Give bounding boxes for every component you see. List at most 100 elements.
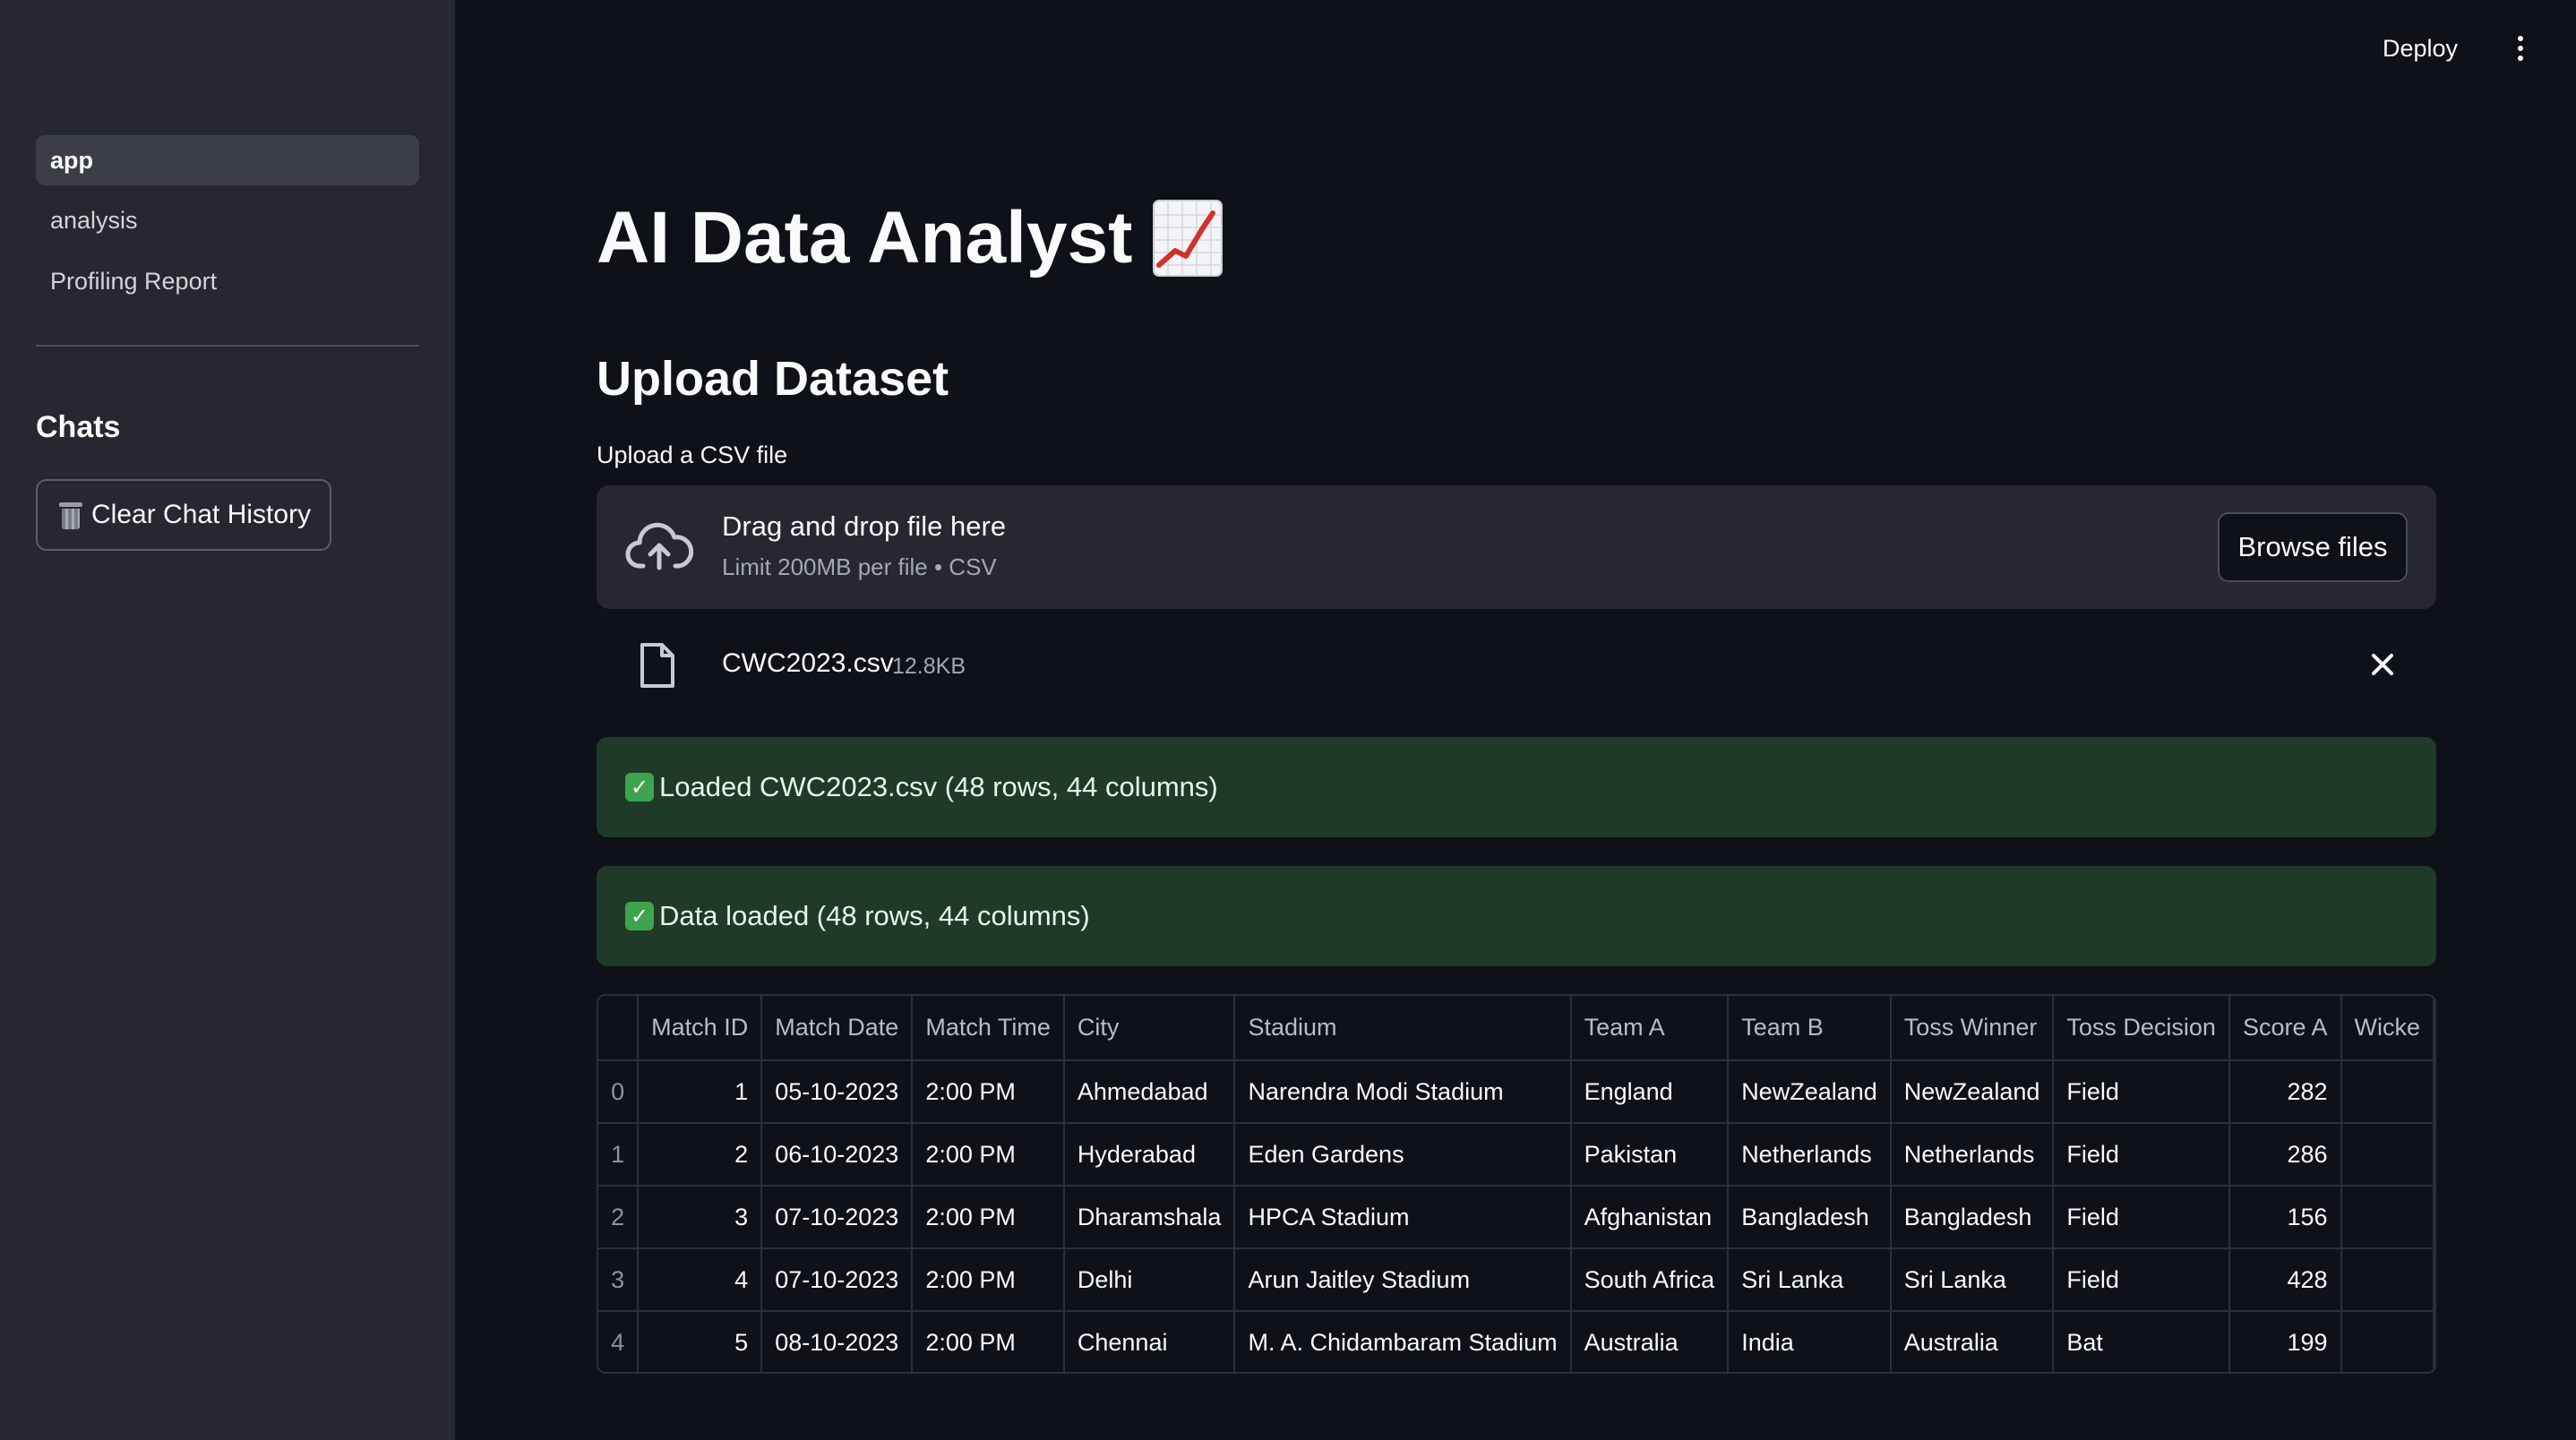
column-header[interactable]: Wicke [2340,996,2434,1061]
file-size: 12.8KB [892,654,966,679]
table-cell[interactable]: Ahmedabad [1063,1060,1236,1124]
table-cell[interactable]: Pakistan [1570,1123,1730,1187]
table-cell[interactable]: Afghanistan [1570,1186,1730,1249]
table-cell[interactable]: England [1570,1060,1730,1124]
table-cell[interactable]: Bat [2053,1311,2230,1372]
dropzone-title: Drag and drop file here [722,510,1007,542]
table-cell[interactable]: 06-10-2023 [761,1123,914,1187]
table-cell[interactable]: Bangladesh [1728,1186,1892,1249]
table-cell[interactable]: Field [2053,1248,2230,1312]
clear-chat-history-button[interactable]: Clear Chat History [36,479,331,551]
table-cell[interactable]: M. A. Chidambaram Stadium [1234,1311,1572,1372]
table-cell[interactable]: South Africa [1570,1248,1730,1312]
table-header-row: Match ID Match Date Match Time City Stad… [598,996,2434,1061]
table-cell[interactable] [2340,1311,2434,1372]
table-cell[interactable]: Hyderabad [1063,1123,1236,1187]
table-cell[interactable] [2340,1248,2434,1312]
table-cell[interactable] [2340,1060,2434,1124]
sidebar-item-app[interactable]: app [36,135,419,185]
table-cell[interactable]: Arun Jaitley Stadium [1234,1248,1572,1312]
table-cell[interactable]: Australia [1890,1311,2055,1372]
table-cell[interactable]: NewZealand [1890,1060,2055,1124]
table-cell[interactable]: 428 [2228,1248,2342,1312]
uploaded-file: CWC2023.csv 12.8KB [597,627,2436,704]
table-cell[interactable]: 1 [638,1060,763,1124]
row-index: 2 [598,1186,640,1249]
sidebar-divider [36,345,419,347]
column-header[interactable]: Stadium [1234,996,1572,1061]
app-root: app analysis Profiling Report Chats Clea… [0,0,2576,1440]
table-cell[interactable]: 2:00 PM [912,1123,1065,1187]
alert-text: Loaded CWC2023.csv (48 rows, 44 columns) [659,771,1218,802]
table-cell[interactable]: 282 [2228,1060,2342,1124]
table-cell[interactable]: Chennai [1063,1311,1236,1372]
table-cell[interactable]: 2:00 PM [912,1311,1065,1372]
alert-text: Data loaded (48 rows, 44 columns) [659,900,1090,931]
table-cell[interactable]: 156 [2228,1186,2342,1249]
data-table[interactable]: Match ID Match Date Match Time City Stad… [597,994,2436,1374]
table-cell[interactable]: 08-10-2023 [761,1311,914,1372]
deploy-button[interactable]: Deploy [2383,32,2458,64]
file-dropzone[interactable]: Drag and drop file here Limit 200MB per … [597,485,2436,609]
success-alert: ✓ Loaded CWC2023.csv (48 rows, 44 column… [597,737,2436,837]
column-header[interactable] [598,996,640,1061]
table-cell[interactable]: 05-10-2023 [761,1060,914,1124]
column-header[interactable]: Match Date [761,996,914,1061]
table-cell[interactable]: 2:00 PM [912,1060,1065,1124]
table-cell[interactable]: NewZealand [1728,1060,1892,1124]
kebab-menu-icon[interactable] [2510,32,2531,64]
success-alert: ✓ Data loaded (48 rows, 44 columns) [597,866,2436,966]
table-cell[interactable]: Field [2053,1123,2230,1187]
table-cell[interactable]: Netherlands [1728,1123,1892,1187]
column-header[interactable]: Toss Winner [1890,996,2055,1061]
table-cell[interactable]: Sri Lanka [1728,1248,1892,1312]
column-header[interactable]: Toss Decision [2053,996,2230,1061]
table-cell[interactable]: Australia [1570,1311,1730,1372]
column-header[interactable]: Team A [1570,996,1730,1061]
table-cell[interactable]: 2:00 PM [912,1248,1065,1312]
page-title-text: AI Data Analyst [597,197,1133,279]
table-row: 4 5 08-10-2023 2:00 PM Chennai M. A. Chi… [598,1311,2434,1372]
table-row: 2 3 07-10-2023 2:00 PM Dharamshala HPCA … [598,1186,2434,1249]
table-cell[interactable]: 286 [2228,1123,2342,1187]
table-cell[interactable]: 199 [2228,1311,2342,1372]
browse-files-button[interactable]: Browse files [2218,512,2408,582]
chats-heading: Chats [36,410,121,444]
upload-label: Upload a CSV file [597,441,788,468]
table-cell[interactable]: Sri Lanka [1890,1248,2055,1312]
sidebar-item-analysis[interactable]: analysis [36,195,419,245]
file-name: CWC2023.csv [722,648,894,678]
table-cell[interactable]: 5 [638,1311,763,1372]
check-mark-icon: ✓ [625,773,654,801]
sidebar-item-profiling-report[interactable]: Profiling Report [36,256,419,306]
table-cell[interactable]: Eden Gardens [1234,1123,1572,1187]
table-cell[interactable]: Netherlands [1890,1123,2055,1187]
table-cell[interactable]: 4 [638,1248,763,1312]
cloud-upload-icon [625,522,693,570]
column-header[interactable]: Team B [1728,996,1892,1061]
table-cell[interactable] [2340,1123,2434,1187]
table-cell[interactable]: Field [2053,1060,2230,1124]
table-cell[interactable] [2340,1186,2434,1249]
table-cell[interactable]: HPCA Stadium [1234,1186,1572,1249]
page-title: AI Data Analyst [597,199,1224,278]
table-cell[interactable]: 07-10-2023 [761,1248,914,1312]
upload-dataset-heading: Upload Dataset [597,352,949,406]
table-cell[interactable]: India [1728,1311,1892,1372]
dataframe: Match ID Match Date Match Time City Stad… [598,996,2434,1372]
table-cell[interactable]: 3 [638,1186,763,1249]
table-cell[interactable]: 2 [638,1123,763,1187]
table-cell[interactable]: Narendra Modi Stadium [1234,1060,1572,1124]
column-header[interactable]: Match ID [638,996,763,1061]
table-cell[interactable]: 07-10-2023 [761,1186,914,1249]
table-cell[interactable]: Delhi [1063,1248,1236,1312]
close-icon[interactable] [2366,648,2399,681]
table-cell[interactable]: Field [2053,1186,2230,1249]
column-header[interactable]: City [1063,996,1236,1061]
column-header[interactable]: Score A [2228,996,2342,1061]
table-cell[interactable]: Bangladesh [1890,1186,2055,1249]
table-cell[interactable]: Dharamshala [1063,1186,1236,1249]
table-row: 3 4 07-10-2023 2:00 PM Delhi Arun Jaitle… [598,1248,2434,1312]
column-header[interactable]: Match Time [912,996,1065,1061]
table-cell[interactable]: 2:00 PM [912,1186,1065,1249]
